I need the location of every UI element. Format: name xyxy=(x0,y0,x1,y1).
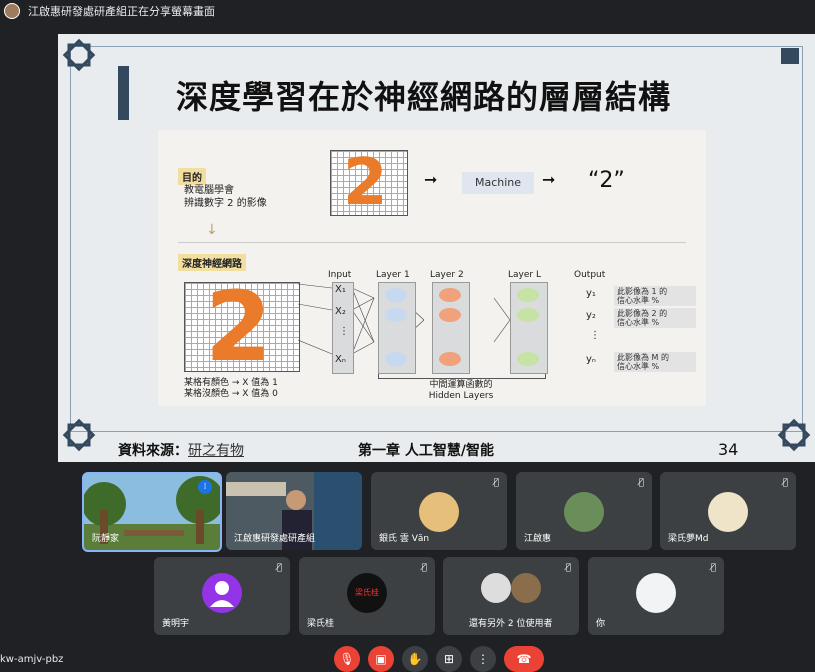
participant-name: 梁氏桂 xyxy=(307,619,335,629)
hidden-layers-brace xyxy=(378,374,546,379)
source-link[interactable]: 研之有物 xyxy=(188,443,244,459)
input-x1: X₁ xyxy=(335,284,346,295)
participant-name: 銀氏 雲 Văn xyxy=(379,534,430,544)
presenter-avatar xyxy=(4,3,20,19)
avatar xyxy=(564,492,604,532)
result-label: “2” xyxy=(588,168,625,193)
participant-name: 還有另外 2 位使用者 xyxy=(469,619,553,629)
mic-off-icon: 🎙̸ xyxy=(638,478,644,488)
meeting-code: kw-amjv-pbz xyxy=(0,654,64,665)
participant-name: 你 xyxy=(596,619,606,629)
digit-glyph: 2 xyxy=(205,282,272,372)
avatar xyxy=(636,573,676,613)
participant-tile[interactable]: 梁氏夢Md 🎙̸ xyxy=(660,472,796,550)
arrow-right-icon: ➞ xyxy=(424,170,438,189)
participant-tile[interactable]: 你 🎙̸ xyxy=(588,557,724,635)
output-y1: y₁ xyxy=(586,288,596,299)
presenting-label: 江啟惠研發處研產組正在分享螢幕畫面 xyxy=(28,5,215,18)
participant-name: 江啟惠研發處研產組 xyxy=(234,534,316,544)
mic-off-icon: 🎙̸ xyxy=(276,563,282,573)
ornament-icon xyxy=(62,418,96,452)
header-layer1: Layer 1 xyxy=(376,270,410,280)
ornament-icon xyxy=(777,418,811,452)
layerL-node xyxy=(517,308,539,322)
input-x2: X₂ xyxy=(335,306,346,317)
section-tag: 深度神經網路 xyxy=(178,254,246,271)
output-dots: ⋮ xyxy=(590,330,600,341)
avatar xyxy=(708,492,748,532)
corner-square xyxy=(781,48,799,64)
ornament-icon xyxy=(62,38,96,72)
output-text-m: 此影像為 M 的 信心水準 % xyxy=(614,352,696,372)
speaking-icon: ⁞ xyxy=(198,480,212,494)
participant-name: 梁氏夢Md xyxy=(668,534,709,544)
page-number: 34 xyxy=(718,440,739,459)
chapter-label: 第一章 人工智慧/智能 xyxy=(358,443,494,459)
figure: 目的 教電腦學會 辨識數字 2 的影像 ↓ 2 ➞ Machine ➞ “2” … xyxy=(158,130,706,406)
avatar xyxy=(511,573,541,603)
participant-tile[interactable]: 江啟惠 🎙̸ xyxy=(516,472,652,550)
mic-off-icon: 🎙̸ xyxy=(421,563,427,573)
machine-box: Machine xyxy=(462,172,534,194)
layer2-node xyxy=(439,308,461,322)
person-icon xyxy=(210,581,234,607)
down-arrow-icon: ↓ xyxy=(206,222,218,238)
output-text-1: 此影像為 1 的 信心水準 % xyxy=(614,286,696,306)
avatar xyxy=(202,573,242,613)
avatar xyxy=(419,492,459,532)
source-label: 資料來源： xyxy=(118,443,188,459)
header-layer2: Layer 2 xyxy=(430,270,464,280)
source-line: 資料來源：研之有物 xyxy=(118,440,244,460)
avatar xyxy=(481,573,511,603)
mic-off-icon: 🎙̸ xyxy=(493,478,499,488)
layer1-node xyxy=(385,288,407,302)
layerL-node xyxy=(517,288,539,302)
output-y2: y₂ xyxy=(586,310,596,321)
participant-tile[interactable]: 梁氏桂 梁氏桂 🎙̸ xyxy=(299,557,435,635)
participant-name: 黃明宇 xyxy=(162,619,190,629)
output-text-2: 此影像為 2 的 信心水準 % xyxy=(614,308,696,328)
participant-name: 阮靜家 xyxy=(92,534,120,544)
grid-caption: 某格有顏色 → X 值為 1 某格沒顏色 → X 值為 0 xyxy=(184,378,278,399)
participant-tile[interactable]: 銀氏 雲 Văn 🎙̸ xyxy=(371,472,507,550)
goal-tag: 目的 xyxy=(178,168,206,185)
top-bar: 江啟惠研發處研產組正在分享螢幕畫面 xyxy=(0,0,815,22)
layerL-node xyxy=(517,352,539,366)
header-input: Input xyxy=(328,270,352,280)
output-yn: yₙ xyxy=(586,354,596,365)
end-call-icon[interactable]: ☎ xyxy=(504,646,544,672)
present-screen-icon[interactable]: ⊞ xyxy=(436,646,462,672)
hidden-layers-label: 中間運算函數的 Hidden Layers xyxy=(428,380,494,401)
layer2-node xyxy=(439,288,461,302)
camera-off-icon[interactable]: ▣ xyxy=(368,646,394,672)
participant-tile[interactable]: 還有另外 2 位使用者 🎙̸ xyxy=(443,557,579,635)
participant-tile[interactable]: 江啟惠研發處研產組 xyxy=(226,472,362,550)
mic-off-icon: 🎙̸ xyxy=(710,563,716,573)
layer1-node xyxy=(385,308,407,322)
digit-glyph: 2 xyxy=(343,146,388,220)
input-xn: Xₙ xyxy=(335,354,346,365)
participant-name: 江啟惠 xyxy=(524,534,552,544)
small-digit-grid: 2 xyxy=(330,146,408,220)
avatar: 梁氏桂 xyxy=(347,573,387,613)
header-layerL: Layer L xyxy=(508,270,541,280)
more-options-icon[interactable]: ⋮ xyxy=(470,646,496,672)
shared-slide: 深度學習在於神經網路的層層結構 目的 教電腦學會 辨識數字 2 的影像 ↓ 2 … xyxy=(58,34,815,462)
input-dots: ⋮ xyxy=(339,326,349,337)
slide-title: 深度學習在於神經網路的層層結構 xyxy=(176,78,672,116)
title-accent-bar xyxy=(118,66,129,120)
mic-off-icon[interactable]: 🎙 xyxy=(334,646,360,672)
large-digit-grid: 2 xyxy=(184,282,300,372)
mic-off-icon: 🎙̸ xyxy=(565,563,571,573)
layer2-node xyxy=(439,352,461,366)
mic-off-icon: 🎙̸ xyxy=(782,478,788,488)
participant-tile[interactable]: 黃明宇 🎙̸ xyxy=(154,557,290,635)
header-output: Output xyxy=(574,270,606,280)
raise-hand-icon[interactable]: ✋ xyxy=(402,646,428,672)
participant-tile[interactable]: 阮靜家 ⁞ xyxy=(82,472,222,552)
arrow-right-icon: ➞ xyxy=(542,170,556,189)
layer1-node xyxy=(385,352,407,366)
separator xyxy=(178,242,686,243)
goal-text: 教電腦學會 辨識數字 2 的影像 xyxy=(184,185,267,209)
